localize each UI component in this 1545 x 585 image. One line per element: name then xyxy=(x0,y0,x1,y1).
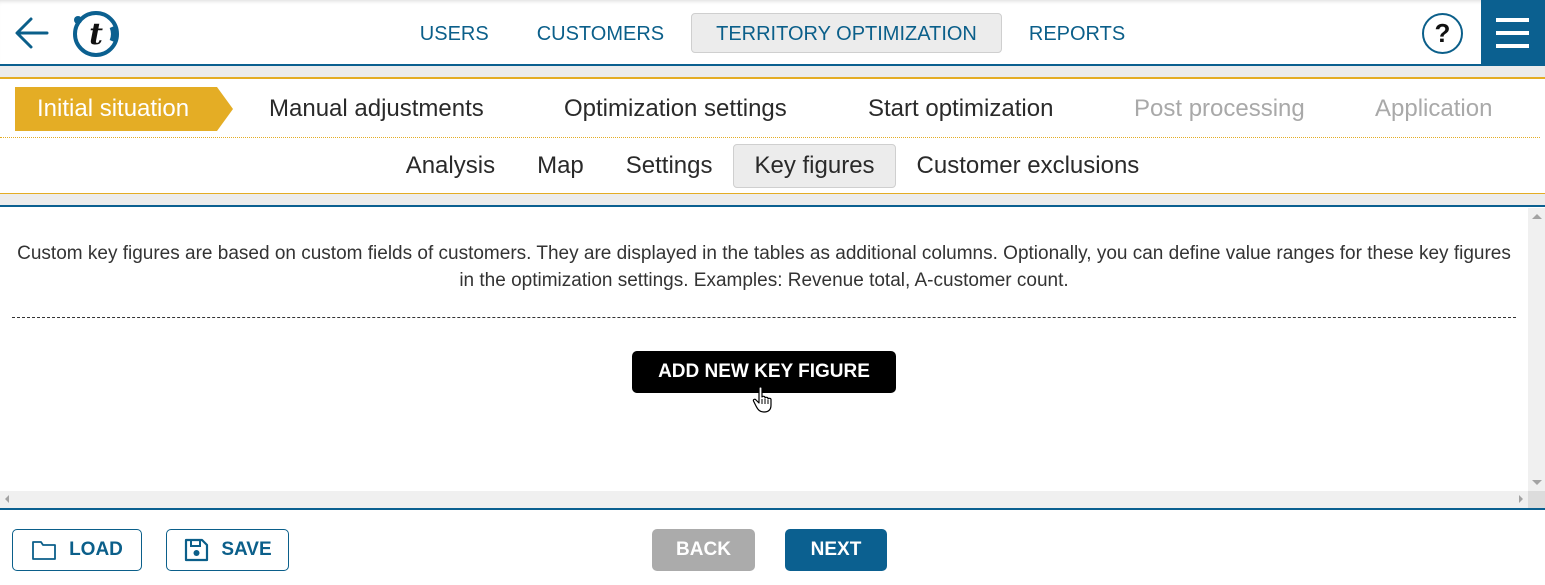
scroll-down-icon[interactable] xyxy=(1532,480,1542,485)
vertical-scrollbar[interactable] xyxy=(1528,208,1545,491)
nav-territory-optimization[interactable]: TERRITORY OPTIMIZATION xyxy=(691,12,1002,53)
step-optimization-settings[interactable]: Optimization settings xyxy=(564,87,787,131)
tab-customer-exclusions[interactable]: Customer exclusions xyxy=(896,144,1161,188)
key-figures-panel: Custom key figures are based on custom f… xyxy=(0,208,1528,491)
tab-analysis[interactable]: Analysis xyxy=(385,144,516,188)
save-label: SAVE xyxy=(221,539,272,560)
hamburger-menu-icon xyxy=(1496,18,1529,22)
scroll-left-icon[interactable] xyxy=(5,495,9,503)
nav-users[interactable]: USERS xyxy=(399,13,510,53)
save-button[interactable]: SAVE xyxy=(166,529,289,571)
nav-customers[interactable]: CUSTOMERS xyxy=(516,13,685,53)
load-label: LOAD xyxy=(69,539,123,560)
top-bar: t USERS CUSTOMERS TERRITORY OPTIMIZATION… xyxy=(0,0,1545,66)
step-manual-adjustments[interactable]: Manual adjustments xyxy=(269,87,484,131)
tab-settings[interactable]: Settings xyxy=(605,144,734,188)
tab-key-figures[interactable]: Key figures xyxy=(733,144,896,188)
footer-bar: LOAD SAVE BACK NEXT xyxy=(0,508,1545,585)
tab-map[interactable]: Map xyxy=(516,144,605,188)
main-nav: USERS CUSTOMERS TERRITORY OPTIMIZATION R… xyxy=(0,12,1545,53)
step-post-processing: Post processing xyxy=(1134,95,1305,122)
scrollbar-corner xyxy=(1528,491,1545,508)
help-icon: ? xyxy=(1434,18,1451,48)
hamburger-menu-button[interactable] xyxy=(1481,0,1545,66)
folder-icon xyxy=(32,541,56,560)
key-figures-description: Custom key figures are based on custom f… xyxy=(17,243,1511,291)
back-button[interactable]: BACK xyxy=(652,529,755,571)
hamburger-line xyxy=(1496,44,1529,48)
dashed-divider xyxy=(12,317,1516,318)
next-button[interactable]: NEXT xyxy=(785,529,887,571)
step-wizard: Initial situation Manual adjustments Opt… xyxy=(0,81,1545,138)
floppy-disk-icon xyxy=(185,538,209,562)
load-button[interactable]: LOAD xyxy=(12,529,142,571)
horizontal-scrollbar[interactable] xyxy=(0,491,1528,508)
scroll-right-icon[interactable] xyxy=(1519,495,1523,503)
nav-reports[interactable]: REPORTS xyxy=(1008,13,1146,53)
help-button[interactable]: ? xyxy=(1422,13,1463,54)
scroll-up-icon[interactable] xyxy=(1532,214,1542,219)
step-application: Application xyxy=(1375,95,1493,122)
step-start-optimization[interactable]: Start optimization xyxy=(868,87,1053,131)
sub-tabs: Analysis Map Settings Key figures Custom… xyxy=(0,140,1545,192)
step-bar-background xyxy=(0,66,1545,79)
hamburger-line xyxy=(1496,31,1529,35)
step-initial-situation[interactable]: Initial situation xyxy=(15,87,234,131)
subtabs-divider xyxy=(0,193,1545,207)
hand-pointer-cursor-icon xyxy=(752,386,772,413)
step-divider xyxy=(0,137,1540,138)
